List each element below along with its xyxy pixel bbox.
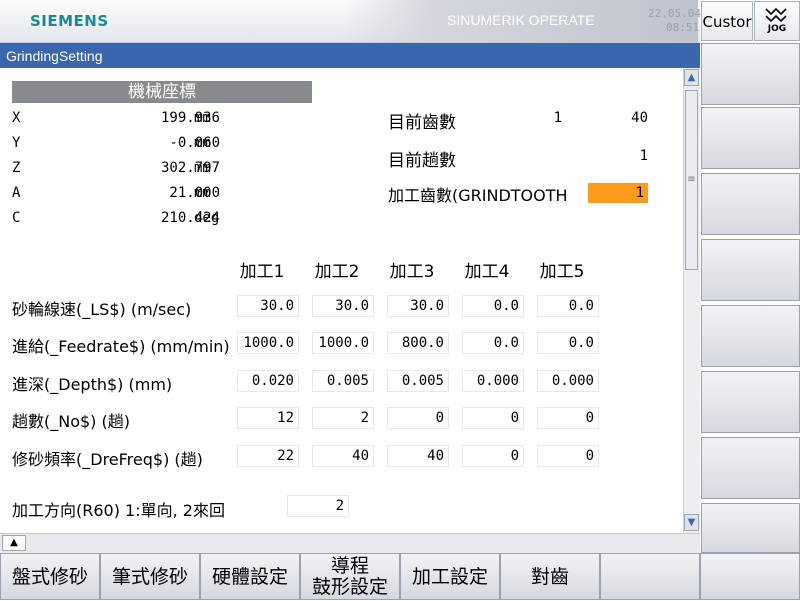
grind-tooth-label: 加工齒數(GRINDTOOTH [388,186,568,205]
cell-wheel-speed-4[interactable]: 0.0 [462,295,524,317]
softkey-label: 盤式修砂 [11,566,88,588]
custom-button[interactable]: Custor [701,1,753,41]
softkey-pen-dressing[interactable]: 筆式修砂 [100,553,200,600]
current-tooth-total: 40 [631,110,648,126]
column-header-5: 加工5 [539,262,585,282]
current-tooth-value: 1 [553,110,562,126]
row-label-passes: 趟數(_No$) (趟) [12,412,130,431]
cell-dress-freq-2[interactable]: 40 [312,445,374,467]
axis-name-y: Y [12,135,21,151]
machine-coords-header: 機械座標 [12,81,312,103]
cell-dress-freq-3[interactable]: 40 [387,445,449,467]
cell-wheel-speed-5[interactable]: 0.0 [537,295,599,317]
vertical-softkey-1[interactable] [701,43,800,105]
jog-icon [765,7,787,23]
column-header-1: 加工1 [239,262,285,282]
cell-feedrate-2[interactable]: 1000.0 [312,332,374,354]
recall-up-icon[interactable]: ▲ [2,535,26,551]
softkey-lead-crown-settings[interactable]: 導程 鼓形設定 [300,553,400,600]
softkey-label-line2: 鼓形設定 [311,576,388,598]
softkey-label: 加工設定 [411,566,488,588]
current-tooth-label: 目前齒數 [388,113,456,133]
column-header-4: 加工4 [464,262,510,282]
scroll-up-icon[interactable]: ▲ [684,69,699,86]
window-title: GrindingSetting [6,48,103,64]
scroll-down-icon[interactable]: ▼ [684,514,699,531]
axis-unit-x: mm [194,110,211,126]
softkey-hardware-settings[interactable]: 硬體設定 [200,553,300,600]
cell-depth-3[interactable]: 0.005 [387,370,449,392]
cell-depth-4[interactable]: 0.000 [462,370,524,392]
vertical-softkey-6[interactable] [701,371,800,433]
axis-unit-c: deg [194,210,220,226]
vertical-softkey-2[interactable] [701,107,800,169]
cell-feedrate-4[interactable]: 0.0 [462,332,524,354]
softkey-label: 筆式修砂 [111,566,188,588]
softkey-label: 對齒 [530,566,569,588]
jog-mode-button[interactable]: JOG [754,1,800,41]
vertical-softkey-7[interactable] [701,437,800,499]
softkey-blank-7[interactable] [600,553,700,600]
cell-passes-1[interactable]: 12 [237,407,299,429]
vertical-softkey-5[interactable] [701,305,800,367]
vertical-softkey-4[interactable] [701,239,800,301]
row-label-feedrate: 進給(_Feedrate$) (mm/min) [12,337,230,356]
cell-passes-5[interactable]: 0 [537,407,599,429]
column-header-2: 加工2 [314,262,360,282]
row-label-wheel-speed: 砂輪線速(_LS$) (m/sec) [12,300,192,319]
grind-tooth-field[interactable]: 1 [587,182,649,204]
axis-unit-y: mm [194,135,211,151]
cell-dress-freq-5[interactable]: 0 [537,445,599,467]
siemens-logo: SIEMENS [30,12,109,30]
cell-feedrate-5[interactable]: 0.0 [537,332,599,354]
softkey-label-line1: 導程 [330,555,369,577]
cell-passes-3[interactable]: 0 [387,407,449,429]
direction-label: 加工方向(R60) 1:單向, 2來回 [12,501,225,520]
axis-name-a: A [12,185,21,201]
cell-depth-1[interactable]: 0.020 [237,370,299,392]
cell-wheel-speed-3[interactable]: 30.0 [387,295,449,317]
axis-name-x: X [12,110,21,126]
cell-dress-freq-4[interactable]: 0 [462,445,524,467]
cell-dress-freq-1[interactable]: 22 [237,445,299,467]
row-label-dress-freq: 修砂頻率(_DreFreq$) (趟) [12,450,203,469]
softkey-machining-settings[interactable]: 加工設定 [400,553,500,600]
cell-depth-2[interactable]: 0.005 [312,370,374,392]
cell-feedrate-1[interactable]: 1000.0 [237,332,299,354]
title-bar [0,43,700,68]
cell-wheel-speed-2[interactable]: 30.0 [312,295,374,317]
axis-unit-z: mm [194,160,211,176]
axis-name-c: C [12,210,21,226]
axis-name-z: Z [12,160,21,176]
cell-feedrate-3[interactable]: 800.0 [387,332,449,354]
softkey-disc-dressing[interactable]: 盤式修砂 [0,553,100,600]
scrollbar-grip-icon: ≡ [687,174,696,185]
column-header-3: 加工3 [389,262,435,282]
date-display: 22.05.04 [648,7,701,20]
softkey-label: 硬體設定 [211,566,288,588]
cell-passes-4[interactable]: 0 [462,407,524,429]
axis-unit-a: mm [194,185,211,201]
cell-passes-2[interactable]: 2 [312,407,374,429]
current-pass-value: 1 [639,148,648,164]
row-label-depth: 進深(_Depth$) (mm) [12,375,173,394]
jog-label: JOG [767,24,787,34]
direction-field[interactable]: 2 [287,495,349,517]
vertical-softkey-3[interactable] [701,173,800,235]
cell-wheel-speed-1[interactable]: 30.0 [237,295,299,317]
current-pass-label: 目前趟數 [388,151,456,171]
cell-depth-5[interactable]: 0.000 [537,370,599,392]
softkey-blank-8[interactable] [700,553,800,600]
time-display: 08:51 [666,21,700,34]
product-name: SINUMERIK OPERATE [447,12,595,28]
vertical-softkey-8[interactable] [701,503,800,553]
recall-strip [0,533,700,554]
softkey-tooth-alignment[interactable]: 對齒 [500,553,600,600]
